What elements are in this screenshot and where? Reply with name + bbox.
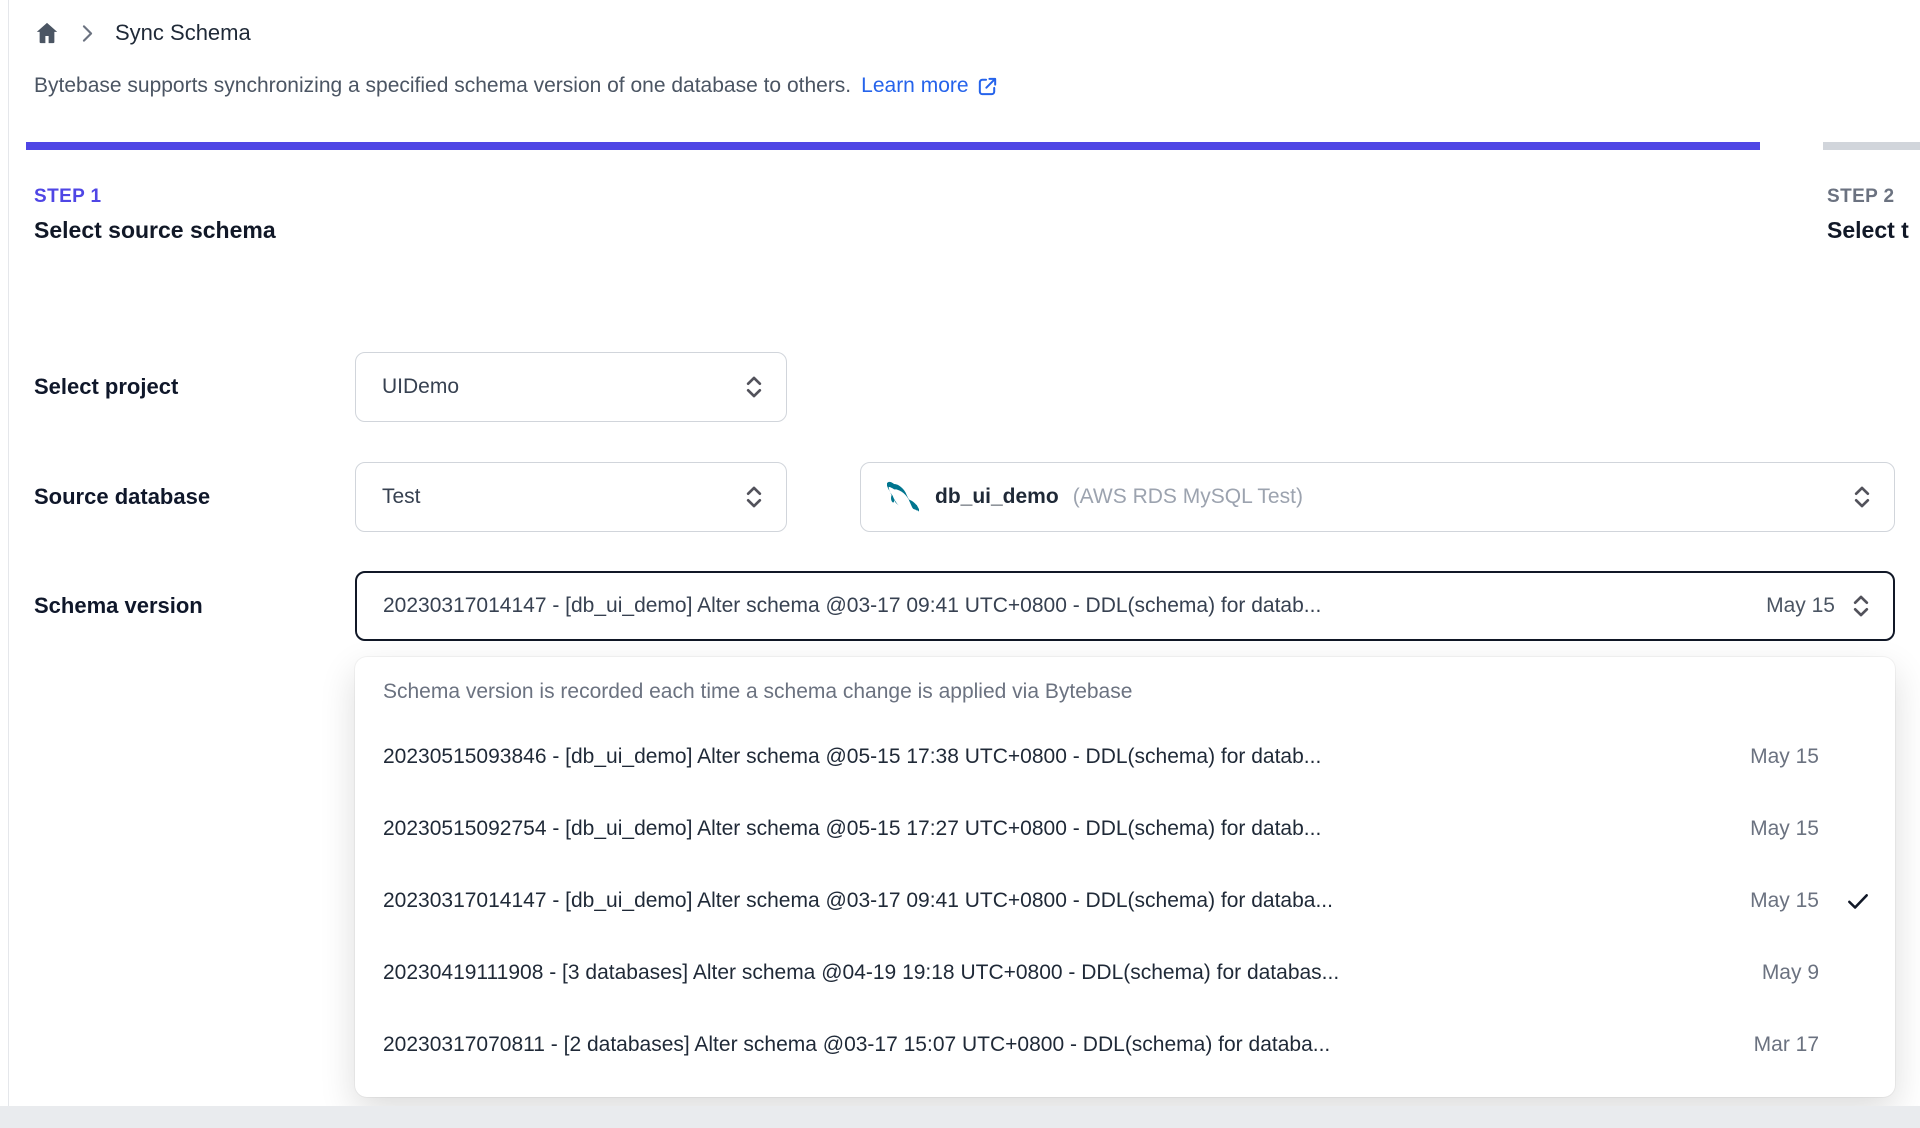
schema-version-option-4[interactable]: 20230419111908 - [3 databases] Alter sch…: [355, 937, 1895, 1009]
source-database-label: Source database: [34, 484, 211, 509]
external-link-icon: [978, 77, 996, 95]
chevron-up-down-icon: [742, 483, 766, 511]
learn-more-link[interactable]: Learn more: [861, 74, 998, 98]
environment-select[interactable]: Test: [355, 462, 787, 532]
check-icon: [1819, 888, 1871, 914]
option-text: 20230317014147 - [db_ui_demo] Alter sche…: [383, 889, 1333, 912]
sync-schema-page: Sync Schema Bytebase supports synchroniz…: [0, 0, 1920, 1128]
project-select-value: UIDemo: [382, 375, 460, 398]
schema-version-option-5[interactable]: 20230317070811 - [2 databases] Alter sch…: [355, 1009, 1895, 1081]
learn-more-label: Learn more: [861, 74, 969, 97]
option-text: 20230515092754 - [db_ui_demo] Alter sche…: [383, 817, 1322, 840]
project-label: Select project: [34, 374, 179, 399]
database-name: db_ui_demo: [935, 485, 1059, 508]
intro-line: Bytebase supports synchronizing a specif…: [34, 74, 999, 98]
breadcrumb: Sync Schema: [34, 16, 251, 50]
step2-title: Select t: [1827, 217, 1909, 243]
page-title: Sync Schema: [115, 20, 251, 45]
step1-title: Select source schema: [34, 217, 276, 243]
option-date: May 15: [1750, 889, 1819, 912]
schema-version-option-1[interactable]: 20230515093846 - [db_ui_demo] Alter sche…: [355, 721, 1895, 793]
schema-version-date: May 15: [1766, 594, 1835, 617]
chevron-up-down-icon: [1850, 483, 1874, 511]
chevron-up-down-icon: [742, 373, 766, 401]
environment-select-value: Test: [382, 485, 421, 508]
schema-version-dropdown: Schema version is recorded each time a s…: [355, 657, 1895, 1097]
left-divider: [8, 0, 9, 1128]
project-select[interactable]: UIDemo: [355, 352, 787, 422]
schema-version-value: 20230317014147 - [db_ui_demo] Alter sche…: [383, 594, 1322, 617]
step2-progress-bar: [1823, 142, 1920, 150]
option-text: 20230515093846 - [db_ui_demo] Alter sche…: [383, 745, 1322, 768]
home-icon[interactable]: [34, 20, 60, 46]
step1-label: STEP 1: [34, 186, 102, 207]
database-detail: (AWS RDS MySQL Test): [1072, 485, 1303, 508]
step1-header: STEP 1 Select source schema: [34, 186, 276, 244]
schema-version-select[interactable]: 20230317014147 - [db_ui_demo] Alter sche…: [355, 571, 1895, 641]
mysql-icon: [887, 481, 919, 513]
chevron-up-down-icon: [1849, 592, 1873, 620]
option-date: May 15: [1750, 817, 1819, 840]
schema-version-option-2[interactable]: 20230515092754 - [db_ui_demo] Alter sche…: [355, 793, 1895, 865]
step2-header: STEP 2 Select t: [1827, 186, 1920, 244]
option-date: Mar 17: [1753, 1033, 1819, 1056]
option-date: May 9: [1761, 961, 1819, 984]
option-text: 20230419111908 - [3 databases] Alter sch…: [383, 961, 1340, 984]
step1-progress-bar: [26, 142, 1760, 150]
intro-text: Bytebase supports synchronizing a specif…: [34, 74, 852, 97]
schema-version-label: Schema version: [34, 593, 203, 618]
schema-version-option-3-selected[interactable]: 20230317014147 - [db_ui_demo] Alter sche…: [355, 865, 1895, 937]
bottom-scroll-band: [0, 1106, 1920, 1128]
option-text: 20230317070811 - [2 databases] Alter sch…: [383, 1033, 1331, 1056]
option-date: May 15: [1750, 745, 1819, 768]
chevron-right-icon: [80, 24, 95, 43]
dropdown-note: Schema version is recorded each time a s…: [383, 680, 1133, 703]
step2-label: STEP 2: [1827, 186, 1895, 207]
database-select[interactable]: db_ui_demo (AWS RDS MySQL Test): [860, 462, 1895, 532]
